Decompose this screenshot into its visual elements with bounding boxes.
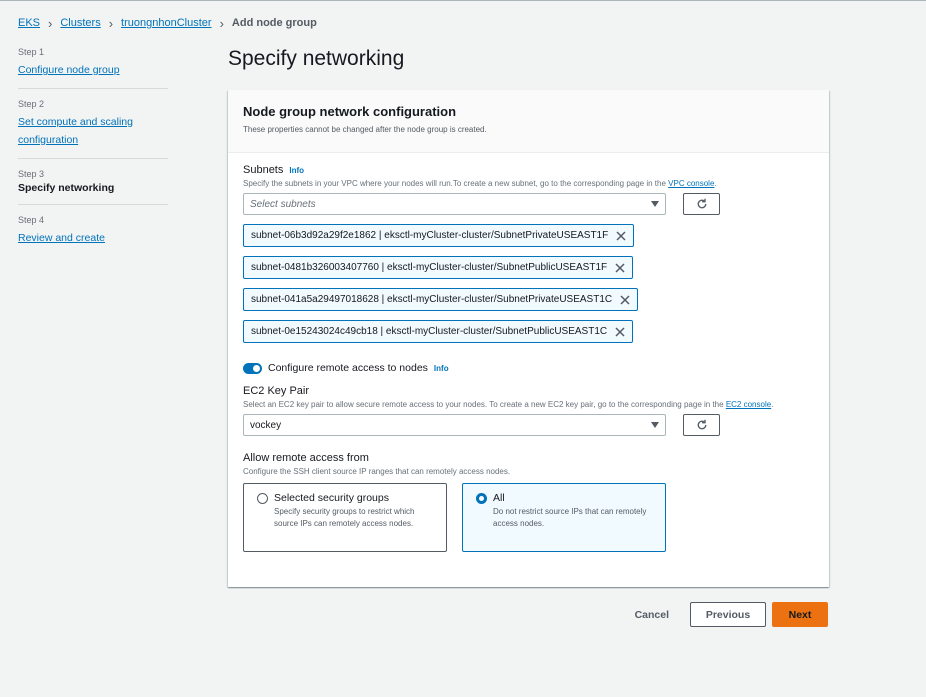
step-number: Step 1 xyxy=(18,47,45,57)
subnets-refresh-button[interactable] xyxy=(683,193,720,215)
ec2-console-link[interactable]: EC2 console xyxy=(726,400,771,409)
subnet-token: subnet-0481b326003407760 | eksctl-myClus… xyxy=(243,256,634,279)
subnet-token: subnet-06b3d92a29f2e1862 | eksctl-myClus… xyxy=(243,224,635,247)
network-config-card: Node group network configuration These p… xyxy=(228,90,829,587)
breadcrumb-current: Add node group xyxy=(231,17,317,29)
subnets-info-link[interactable]: Info xyxy=(289,166,304,175)
step-link-configure-node-group[interactable]: Configure node group xyxy=(18,64,120,76)
step-number: Step 3 xyxy=(18,169,45,179)
chevron-right-icon: › xyxy=(108,15,114,31)
caret-down-icon xyxy=(651,422,659,428)
tile-all[interactable]: All Do not restrict source IPs that can … xyxy=(462,483,666,552)
step-1: Step 1 Configure node group xyxy=(18,47,168,89)
subnet-token-label: subnet-0e15243024c49cb18 | eksctl-myClus… xyxy=(251,326,608,337)
step-number: Step 2 xyxy=(18,99,45,109)
allow-from-description: Configure the SSH client source IP range… xyxy=(243,467,511,476)
subnet-token-label: subnet-0481b326003407760 | eksctl-myClus… xyxy=(251,262,608,273)
subnet-token-label: subnet-041a5a29497018628 | eksctl-myClus… xyxy=(251,294,613,305)
step-current-specify-networking: Specify networking xyxy=(18,182,115,194)
remote-access-info-link[interactable]: Info xyxy=(434,364,449,373)
subnets-select-placeholder: Select subnets xyxy=(250,198,316,210)
key-pair-select-row: vockey xyxy=(243,414,814,436)
step-number: Step 4 xyxy=(18,215,45,225)
subnet-tokens: subnet-06b3d92a29f2e1862 | eksctl-myClus… xyxy=(243,215,814,343)
step-link-review-create[interactable]: Review and create xyxy=(18,232,105,244)
page-title: Specify networking xyxy=(228,47,405,70)
remote-access-toggle[interactable] xyxy=(243,362,262,374)
refresh-icon xyxy=(697,419,706,430)
breadcrumb-eks[interactable]: EKS xyxy=(18,17,40,29)
allow-from-label: Allow remote access from xyxy=(243,452,369,464)
breadcrumb-clusters[interactable]: Clusters xyxy=(60,17,100,29)
caret-down-icon xyxy=(651,201,659,207)
vpc-console-link[interactable]: VPC console xyxy=(668,179,714,188)
tile-description: Specify security groups to restrict whic… xyxy=(274,507,415,528)
key-pair-description-suffix: . xyxy=(771,400,774,409)
breadcrumb: EKS › Clusters › truongnhonCluster › Add… xyxy=(18,15,317,31)
chevron-right-icon: › xyxy=(48,15,53,31)
step-link-compute-scaling[interactable]: Set compute and scaling configuration xyxy=(18,116,133,146)
close-icon[interactable] xyxy=(616,230,626,241)
card-body: Subnets Info Specify the subnets in your… xyxy=(228,153,829,563)
tile-title: All xyxy=(493,492,505,504)
subnets-select-row: Select subnets xyxy=(243,193,814,215)
subnets-select[interactable]: Select subnets xyxy=(243,193,666,215)
allow-from-tiles: Selected security groups Specify securit… xyxy=(243,483,814,552)
tile-title: Selected security groups xyxy=(274,492,389,504)
tile-content: Selected security groups Specify securit… xyxy=(274,492,436,543)
remote-access-label: Configure remote access to nodes xyxy=(268,362,428,374)
card-description: These properties cannot be changed after… xyxy=(243,125,487,134)
close-icon[interactable] xyxy=(620,294,630,305)
key-pair-label: EC2 Key Pair xyxy=(243,385,310,397)
refresh-icon xyxy=(697,198,706,209)
step-3: Step 3 Specify networking xyxy=(18,169,168,205)
key-pair-value: vockey xyxy=(250,419,282,431)
remote-access-row: Configure remote access to nodes Info xyxy=(243,362,814,374)
tile-description: Do not restrict source IPs that can remo… xyxy=(493,507,647,528)
key-pair-select[interactable]: vockey xyxy=(243,414,666,436)
previous-button[interactable]: Previous xyxy=(690,602,766,627)
subnets-description-text: Specify the subnets in your VPC where yo… xyxy=(243,179,666,188)
wizard-steps: Step 1 Configure node group Step 2 Set c… xyxy=(18,47,168,266)
subnet-token: subnet-0e15243024c49cb18 | eksctl-myClus… xyxy=(243,320,634,343)
subnet-token-label: subnet-06b3d92a29f2e1862 | eksctl-myClus… xyxy=(251,230,609,241)
cancel-button[interactable]: Cancel xyxy=(635,609,669,621)
tile-selected-security-groups[interactable]: Selected security groups Specify securit… xyxy=(243,483,447,552)
tile-content: All Do not restrict source IPs that can … xyxy=(493,492,655,543)
key-pair-refresh-button[interactable] xyxy=(683,414,720,436)
close-icon[interactable] xyxy=(615,262,625,273)
step-4: Step 4 Review and create xyxy=(18,215,168,256)
chevron-right-icon: › xyxy=(219,15,224,31)
radio-button[interactable] xyxy=(257,493,268,504)
subnet-token: subnet-041a5a29497018628 | eksctl-myClus… xyxy=(243,288,639,311)
close-icon[interactable] xyxy=(615,326,625,337)
radio-button-selected[interactable] xyxy=(476,493,487,504)
subnets-description-suffix: . xyxy=(714,179,717,188)
card-header: Node group network configuration These p… xyxy=(228,90,829,153)
next-button[interactable]: Next xyxy=(772,602,828,627)
subnets-label-text: Subnets xyxy=(243,164,284,176)
key-pair-description-text: Select an EC2 key pair to allow secure r… xyxy=(243,400,724,409)
step-2: Step 2 Set compute and scaling configura… xyxy=(18,99,168,159)
subnets-description: Specify the subnets in your VPC where yo… xyxy=(243,179,814,189)
breadcrumb-cluster[interactable]: truongnhonCluster xyxy=(121,17,212,29)
wizard-footer: Cancel Previous Next xyxy=(635,602,828,627)
card-title: Node group network configuration xyxy=(243,104,457,119)
subnets-label: Subnets Info xyxy=(243,164,814,176)
key-pair-description: Select an EC2 key pair to allow secure r… xyxy=(243,400,814,410)
